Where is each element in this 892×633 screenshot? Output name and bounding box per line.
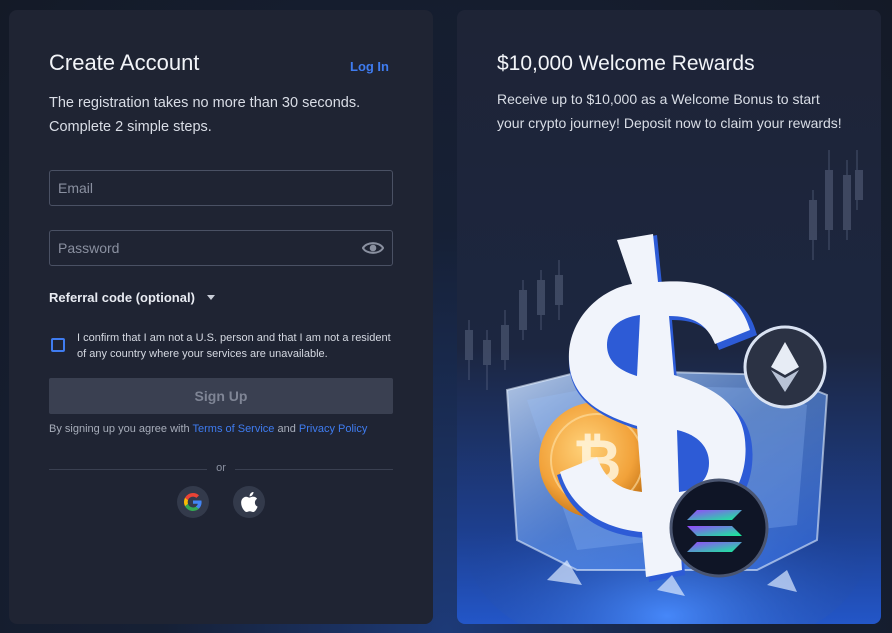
chevron-down-icon bbox=[206, 295, 215, 300]
login-link[interactable]: Log In bbox=[350, 59, 389, 74]
terms-and: and bbox=[274, 423, 299, 435]
page-title: Create Account bbox=[49, 50, 200, 75]
divider-line-left bbox=[49, 469, 207, 470]
eye-icon[interactable] bbox=[362, 239, 384, 257]
terms-of-service-link[interactable]: Terms of Service bbox=[193, 423, 275, 435]
privacy-policy-link[interactable]: Privacy Policy bbox=[299, 423, 367, 435]
divider-line-right bbox=[235, 469, 393, 470]
ethereum-coin bbox=[743, 325, 827, 409]
signup-subtitle: The registration takes no more than 30 s… bbox=[49, 95, 361, 135]
promo-text: Receive up to $10,000 as a Welcome Bonus… bbox=[497, 91, 842, 131]
email-input[interactable] bbox=[50, 171, 392, 205]
confirm-text: I confirm that I am not a U.S. person an… bbox=[77, 332, 391, 360]
google-icon bbox=[184, 493, 202, 511]
referral-code-toggle[interactable]: Referral code (optional) bbox=[49, 290, 215, 305]
welcome-rewards-illustration: ₿ bbox=[465, 150, 867, 624]
sign-up-button[interactable]: Sign Up bbox=[49, 378, 393, 414]
signup-card: Create Account Log In The registration t… bbox=[9, 10, 433, 624]
confirm-checkbox[interactable] bbox=[51, 338, 65, 352]
google-signin-button[interactable] bbox=[177, 486, 209, 518]
page: Create Account Log In The registration t… bbox=[0, 0, 892, 633]
email-field[interactable] bbox=[49, 170, 393, 206]
promo-title: $10,000 Welcome Rewards bbox=[497, 52, 755, 75]
solana-coin bbox=[669, 478, 769, 578]
terms-text: By signing up you agree with Terms of Se… bbox=[49, 423, 367, 435]
apple-signin-button[interactable] bbox=[233, 486, 265, 518]
password-field[interactable] bbox=[49, 230, 393, 266]
promo-card: $10,000 Welcome Rewards Receive up to $1… bbox=[457, 10, 881, 624]
or-label: or bbox=[216, 462, 226, 474]
apple-icon bbox=[241, 492, 258, 512]
referral-label: Referral code (optional) bbox=[49, 290, 195, 305]
password-input[interactable] bbox=[50, 231, 392, 265]
or-divider: or bbox=[49, 462, 393, 474]
terms-prefix: By signing up you agree with bbox=[49, 423, 193, 435]
